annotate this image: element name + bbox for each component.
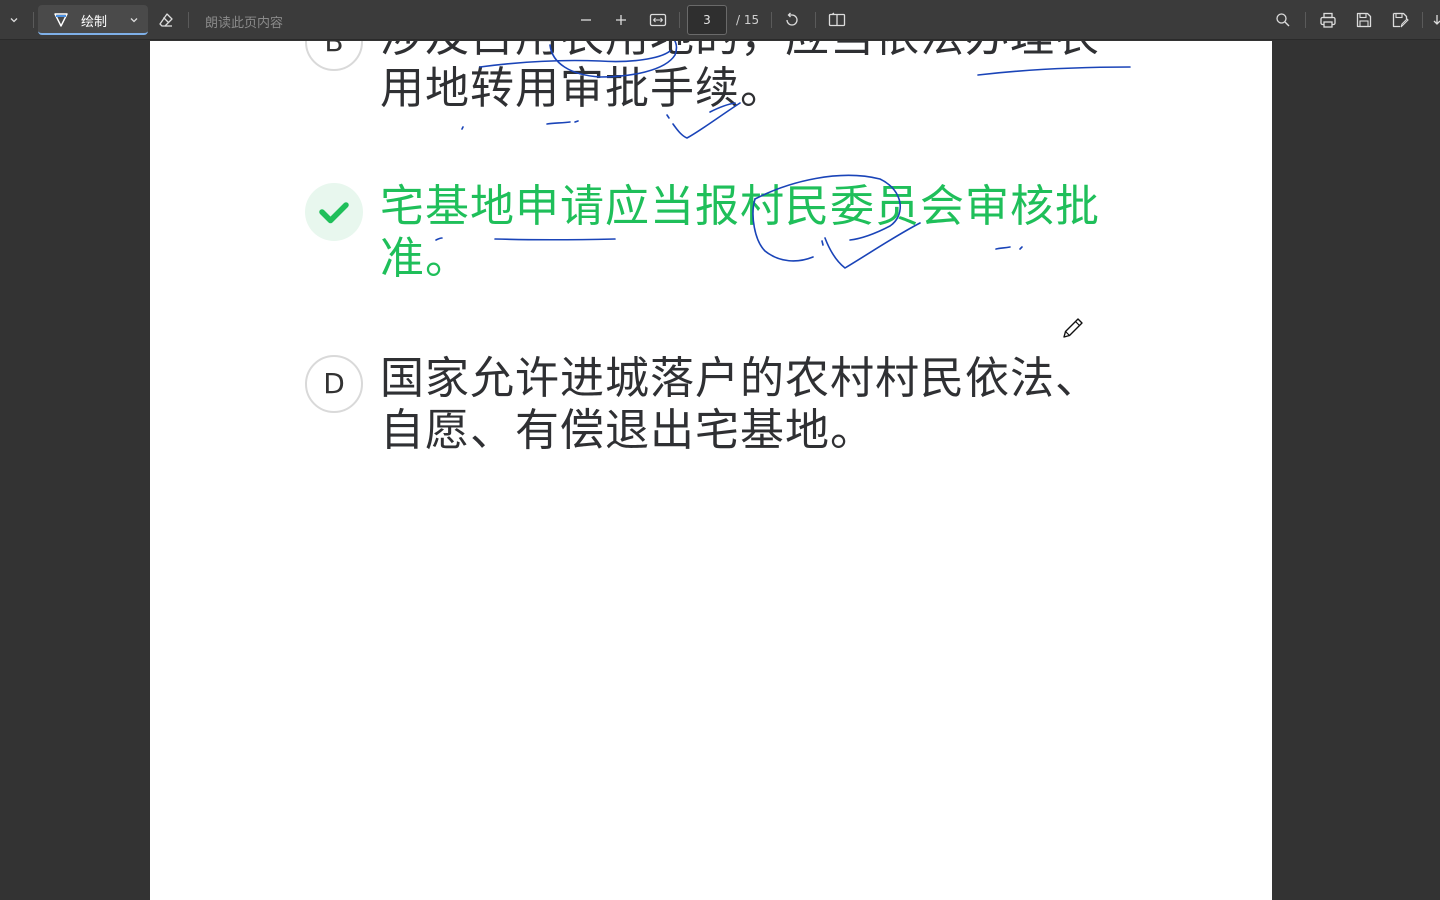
more-tools-icon[interactable] xyxy=(1430,0,1440,40)
ink-annotations xyxy=(435,41,1131,269)
draw-pen-icon xyxy=(52,11,70,29)
page-number-input[interactable]: 3 xyxy=(687,5,727,35)
zoom-out-icon[interactable] xyxy=(576,0,596,40)
print-icon[interactable] xyxy=(1317,0,1339,40)
search-icon[interactable] xyxy=(1272,0,1294,40)
toolbar-divider xyxy=(815,12,816,28)
menu-chevron-down-icon[interactable] xyxy=(4,0,24,40)
checkmark-icon xyxy=(319,202,349,224)
option-text: 宅基地申请应当报村民委员会审核批准。 xyxy=(380,181,1100,284)
pdf-toolbar: 绘制 朗读此页内容 3 / 15 xyxy=(0,0,1440,40)
page-total: / 15 xyxy=(736,13,760,27)
draw-options-chevron-down-icon[interactable] xyxy=(129,15,139,25)
option-letter-badge: B xyxy=(305,41,363,71)
two-page-icon[interactable] xyxy=(826,0,848,40)
zoom-in-icon[interactable] xyxy=(611,0,631,40)
option-letter-badge: D xyxy=(305,355,363,413)
rotate-icon[interactable] xyxy=(781,0,803,40)
toolbar-divider xyxy=(188,12,189,28)
read-aloud-button[interactable]: 朗读此页内容 xyxy=(205,12,283,31)
toolbar-divider xyxy=(1422,12,1423,28)
toolbar-divider xyxy=(33,12,34,28)
fit-width-icon[interactable] xyxy=(647,0,669,40)
toolbar-divider xyxy=(679,12,680,28)
pdf-page: B 涉及占用农用地的，应当依法办理农用地转用审批手续。 宅基地申请应当报村民委员… xyxy=(150,41,1272,900)
save-as-icon[interactable] xyxy=(1389,0,1411,40)
option-text: 国家允许进城落户的农村村民依法、自愿、有偿退出宅基地。 xyxy=(380,353,1100,456)
correct-answer-badge xyxy=(305,183,363,241)
draw-button-label: 绘制 xyxy=(81,15,108,30)
eraser-icon[interactable] xyxy=(155,0,177,40)
pencil-cursor-icon xyxy=(1060,315,1086,341)
draw-button[interactable]: 绘制 xyxy=(38,5,148,35)
toolbar-divider xyxy=(771,12,772,28)
save-icon[interactable] xyxy=(1353,0,1375,40)
option-text: 涉及占用农用地的，应当依法办理农用地转用审批手续。 xyxy=(380,41,1099,114)
toolbar-divider xyxy=(1305,12,1306,28)
